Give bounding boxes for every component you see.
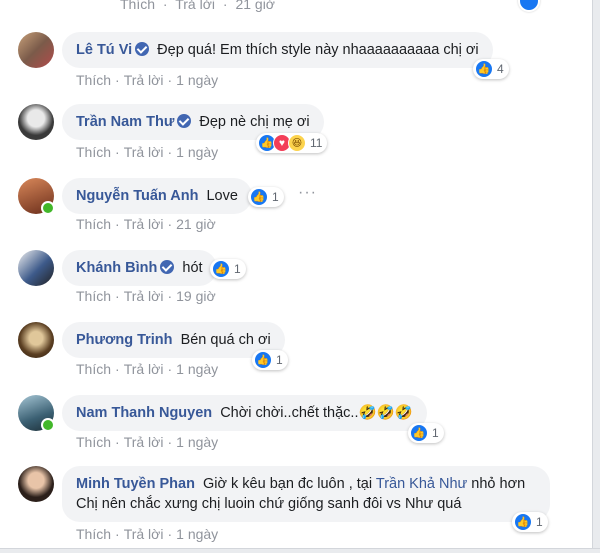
reaction-summary[interactable]: 👍 1	[512, 512, 548, 532]
like-link[interactable]: Thích	[76, 216, 111, 232]
comment-actions: Thích · Trả lời · 1 ngày	[76, 526, 219, 542]
author-name[interactable]: Lê Tú Vi	[76, 42, 132, 58]
online-status-dot	[41, 418, 55, 432]
comment-actions: Thích · Trả lời · 1 ngày	[76, 434, 219, 450]
like-link[interactable]: Thích	[76, 526, 111, 542]
comment-text: Love	[206, 188, 238, 204]
laughing-emoji-icon: 🤣🤣🤣	[358, 405, 413, 421]
comment-actions: Thích · Trả lời · 19 giờ	[76, 288, 216, 304]
like-link[interactable]: Thích	[120, 0, 155, 12]
reply-link[interactable]: Trả lời	[124, 288, 164, 304]
comment-text: Đẹp nè chị mẹ ơi	[199, 114, 310, 130]
author-name[interactable]: Minh Tuyền Phan	[76, 476, 195, 492]
reaction-count: 1	[272, 190, 279, 204]
avatar[interactable]	[18, 395, 55, 432]
reaction-count: 11	[310, 136, 323, 150]
timestamp: 1 ngày	[176, 434, 219, 450]
timestamp: 19 giờ	[176, 288, 216, 304]
author-name[interactable]: Trần Nam Thư	[76, 114, 174, 130]
comment-text: Đẹp quá! Em thích style này nhaaaaaaaaaa…	[157, 42, 479, 58]
like-icon: 👍	[514, 513, 532, 531]
more-options-icon[interactable]: ···	[298, 184, 317, 202]
reaction-summary[interactable]: 👍 1	[210, 259, 246, 279]
online-status-dot	[41, 201, 55, 215]
like-link[interactable]: Thích	[76, 434, 111, 450]
timestamp: 1 ngày	[176, 144, 219, 160]
comment-bubble: Nam Thanh Nguyen Chời chời..chết thặc..🤣…	[62, 395, 427, 431]
reaction-summary[interactable]: 👍 ♥ 😆 11	[256, 133, 328, 153]
avatar[interactable]	[18, 32, 54, 68]
author-name[interactable]: Nguyễn Tuấn Anh	[76, 188, 198, 204]
timestamp: 21 giờ	[235, 0, 275, 12]
timestamp: 1 ngày	[176, 526, 219, 542]
verified-badge-icon	[160, 260, 175, 274]
like-icon: 👍	[212, 260, 230, 278]
mention-link[interactable]: Trần Khả Như	[376, 476, 467, 492]
avatar[interactable]	[18, 178, 55, 215]
comment-bubble: Phương Trinh Bén quá ch ơi	[62, 322, 285, 358]
comment-actions: Thích · Trả lời · 21 giờ	[76, 216, 216, 232]
reaction-count: 1	[234, 262, 241, 276]
comment-actions: Thích · Trả lời · 1 ngày	[76, 144, 219, 160]
avatar[interactable]	[18, 466, 54, 502]
verified-badge-icon	[135, 42, 150, 56]
reply-link[interactable]: Trả lời	[124, 434, 164, 450]
comment-actions: Thích · Trả lời · 1 ngày	[76, 72, 219, 88]
comment-text: Giờ k kêu bạn đc luôn , tại	[202, 476, 373, 492]
avatar[interactable]	[18, 322, 54, 358]
like-icon: 👍	[250, 188, 268, 206]
avatar[interactable]	[18, 250, 54, 286]
like-icon: 👍	[475, 60, 493, 78]
reaction-count: 1	[276, 353, 283, 367]
author-name[interactable]: Phương Trinh	[76, 332, 173, 348]
prev-comment-actions: Thích · Trả lời · 21 giờ	[120, 0, 279, 12]
haha-icon: 😆	[288, 134, 306, 152]
reaction-summary[interactable]: 👍 1	[252, 350, 288, 370]
reaction-summary[interactable]: 👍 1	[248, 187, 284, 207]
reply-link[interactable]: Trả lời	[124, 361, 164, 377]
window-bottom-edge	[0, 548, 600, 553]
reaction-summary[interactable]: 👍 1	[408, 423, 444, 443]
like-link[interactable]: Thích	[76, 288, 111, 304]
author-name[interactable]: Khánh Bình	[76, 260, 157, 276]
author-name[interactable]: Nam Thanh Nguyen	[76, 405, 212, 421]
like-link[interactable]: Thích	[76, 361, 111, 377]
comment-text: hót	[182, 260, 203, 276]
reply-link[interactable]: Trả lời	[124, 72, 164, 88]
reaction-count: 4	[497, 62, 504, 76]
reaction-count: 1	[536, 515, 543, 529]
like-icon: 👍	[410, 424, 428, 442]
timestamp: 21 giờ	[176, 216, 216, 232]
comment-text: Chời chời..chết thặc..	[220, 405, 359, 421]
verified-badge-icon	[177, 114, 192, 128]
comment-bubble: Minh Tuyền Phan Giờ k kêu bạn đc luôn , …	[62, 466, 550, 522]
scrollbar-track[interactable]	[592, 0, 600, 553]
like-link[interactable]: Thích	[76, 72, 111, 88]
like-link[interactable]: Thích	[76, 144, 111, 160]
reaction-summary[interactable]: 👍 4	[473, 59, 509, 79]
reply-link[interactable]: Trả lời	[175, 0, 215, 12]
reply-link[interactable]: Trả lời	[124, 144, 164, 160]
avatar[interactable]	[18, 104, 54, 140]
timestamp: 1 ngày	[176, 72, 219, 88]
like-reaction-icon[interactable]	[518, 0, 540, 12]
comment-text: Bén quá ch ơi	[180, 332, 271, 348]
comment-actions: Thích · Trả lời · 1 ngày	[76, 361, 219, 377]
reply-link[interactable]: Trả lời	[124, 526, 164, 542]
timestamp: 1 ngày	[176, 361, 219, 377]
reply-link[interactable]: Trả lời	[124, 216, 164, 232]
comment-bubble: Nguyễn Tuấn Anh Love	[62, 178, 252, 214]
comment-bubble: Khánh Bình hót	[62, 250, 217, 286]
reaction-count: 1	[432, 426, 439, 440]
like-icon: 👍	[254, 351, 272, 369]
comment-bubble: Lê Tú Vi Đẹp quá! Em thích style này nha…	[62, 32, 493, 68]
